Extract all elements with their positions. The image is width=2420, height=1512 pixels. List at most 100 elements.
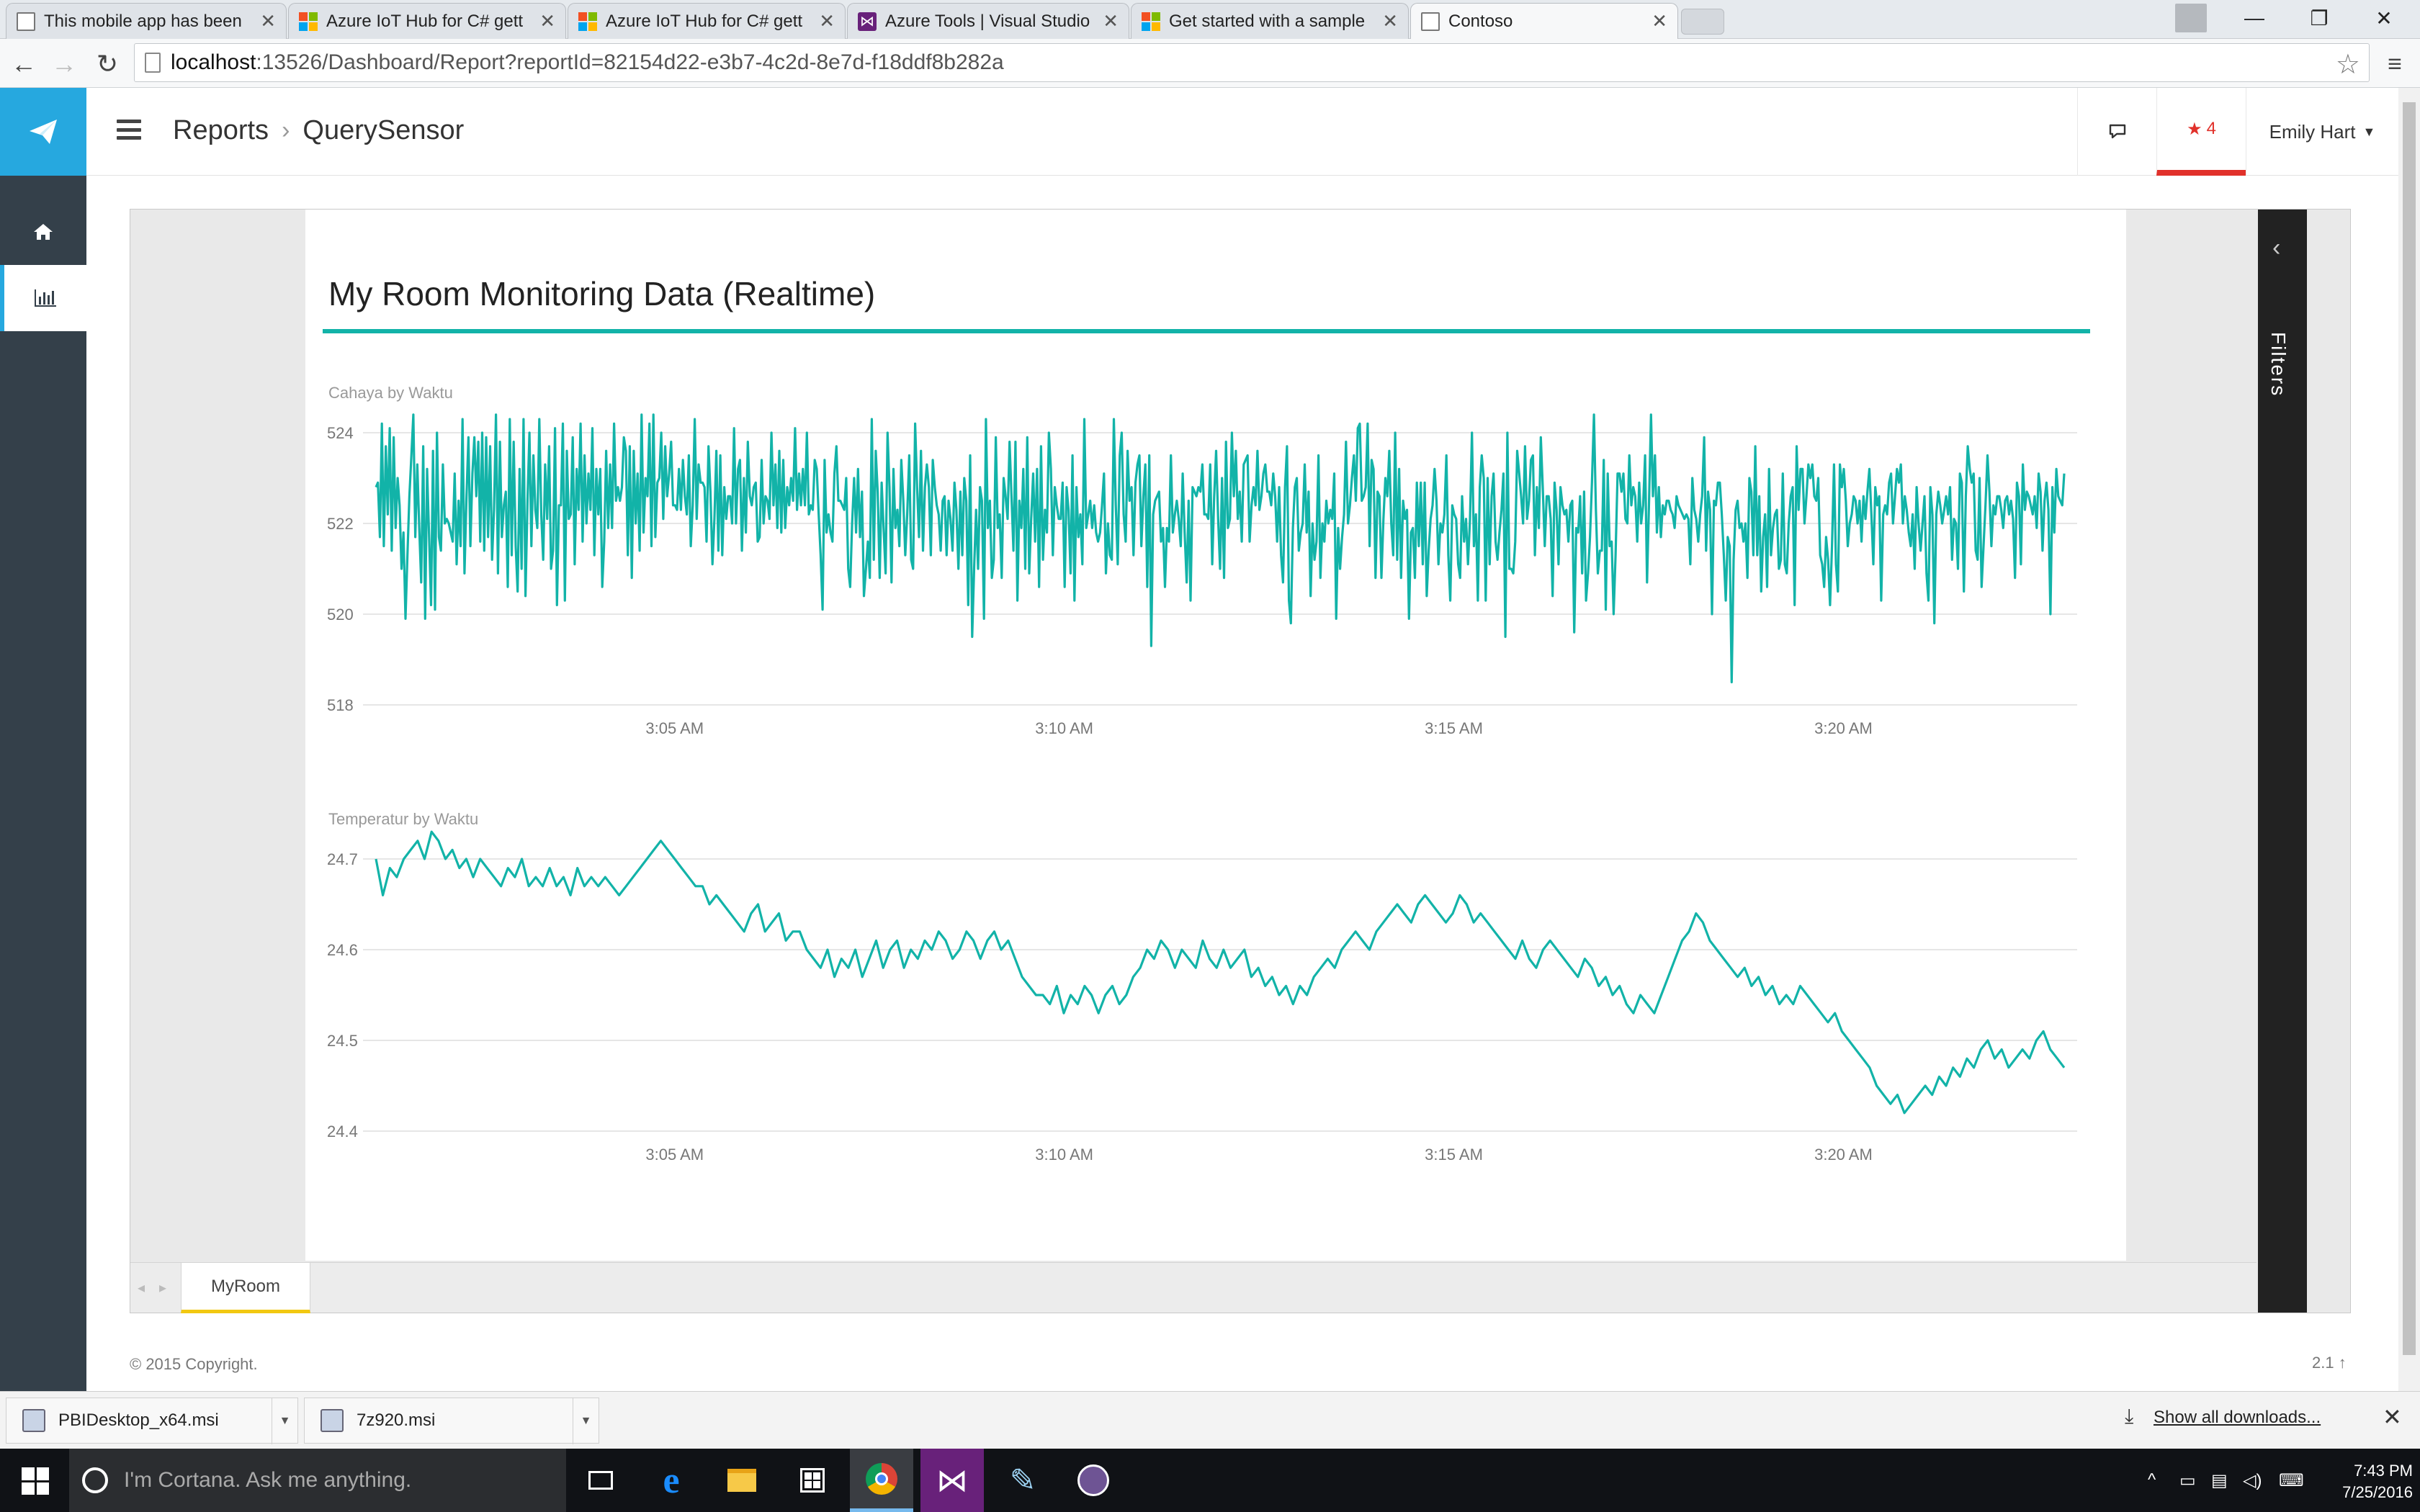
clock[interactable]: 7:43 PM 7/25/2016 [2305,1460,2413,1503]
search-placeholder: I'm Cortana. Ask me anything. [124,1468,412,1492]
star-icon: ★ [2187,119,2202,139]
chart-title: Temperatur by Waktu [328,810,479,828]
browser-tab[interactable]: Azure IoT Hub for C# gett ✕ [568,3,846,39]
address-bar[interactable]: localhost:13526/Dashboard/Report?reportI… [134,43,2370,82]
chrome-menu-icon[interactable]: ≡ [2377,46,2413,82]
version-label: 2.1 ↑ [2312,1354,2347,1372]
edge-icon[interactable]: e [640,1449,703,1512]
temperatur-line-chart[interactable]: 24.7 24.6 24.5 24.4 3:05 AM 3:10 AM 3:15 AM 3:2… [305,830,2126,1233]
close-icon[interactable]: ✕ [1382,10,1398,32]
app-header: Reports › QuerySensor ★ 4 Emily Hart ▼ [86,88,2398,176]
installer-icon [321,1409,344,1432]
clock-time: 7:43 PM [2354,1462,2413,1480]
version-number: 2.1 [2312,1354,2334,1372]
notepad-icon[interactable]: ✎ [991,1449,1054,1512]
clock-date: 7/25/2016 [2342,1483,2413,1501]
close-icon[interactable]: ✕ [539,10,555,32]
github-icon[interactable] [1062,1449,1125,1512]
back-icon[interactable]: ← [6,46,42,82]
window-close-icon[interactable]: ✕ [2355,0,2413,36]
x-tick-label: 3:20 AM [1814,719,1873,737]
paper-plane-icon [30,120,57,144]
close-icon[interactable]: ✕ [819,10,835,32]
home-icon [34,224,53,240]
download-item[interactable]: PBIDesktop_x64.msi ▼ [6,1398,298,1444]
chevron-right-icon: › [282,117,290,144]
series-line[interactable] [375,830,2066,1115]
keyboard-icon[interactable]: ⌨ [2279,1470,2304,1491]
minimize-icon[interactable]: — [2226,0,2283,36]
breadcrumb-reports[interactable]: Reports [173,115,269,146]
action-center-icon[interactable]: ▭ [2179,1470,2196,1491]
sidebar-item-home[interactable] [0,199,86,265]
task-view-icon[interactable] [569,1449,632,1512]
cortana-search-box[interactable]: I'm Cortana. Ask me anything. [69,1449,566,1512]
prev-page-icon[interactable]: ◂ [138,1279,145,1297]
chrome-icon[interactable] [850,1449,913,1512]
bookmark-star-icon[interactable]: ☆ [2336,48,2360,81]
page-tab-myroom[interactable]: MyRoom [181,1263,310,1313]
user-menu[interactable]: Emily Hart ▼ [2246,88,2398,176]
close-icon[interactable]: ✕ [260,10,276,32]
tab-title: This mobile app has been [44,11,242,31]
y-tick-label: 24.5 [327,1032,358,1050]
document-icon [17,12,35,31]
series-line[interactable] [375,413,2066,684]
browser-tab[interactable]: This mobile app has been ✕ [6,3,287,39]
hamburger-icon[interactable] [117,120,141,140]
user-name: Emily Hart [2269,120,2356,143]
installer-icon [22,1409,45,1432]
tab-title: Azure Tools | Visual Studio [885,11,1090,31]
caret-down-icon[interactable]: ▼ [272,1398,297,1444]
x-tick-label: 3:20 AM [1814,1146,1873,1164]
reload-icon[interactable]: ↻ [89,46,125,82]
tab-title: Azure IoT Hub for C# gett [326,11,524,31]
show-all-downloads-link[interactable]: Show all downloads... [2154,1408,2321,1428]
tab-title: Contoso [1448,11,1513,31]
arrow-up-icon[interactable]: ↑ [2339,1354,2347,1372]
next-page-icon[interactable]: ▸ [159,1279,166,1297]
browser-tab-active[interactable]: Contoso ✕ [1410,3,1678,39]
close-icon[interactable]: ✕ [2383,1403,2402,1431]
chat-button[interactable] [2077,88,2156,176]
report-page-tabs: ◂ ▸ MyRoom [130,1262,2257,1313]
tab-title: Azure IoT Hub for C# gett [606,11,803,31]
url-host: localhost [171,50,256,74]
new-tab-button[interactable] [1681,9,1724,35]
sidebar-item-reports[interactable] [0,265,86,331]
restore-icon[interactable]: ❐ [2290,0,2348,36]
close-icon[interactable]: ✕ [1103,10,1119,32]
profile-icon[interactable] [2162,0,2220,36]
tab-title: Get started with a sample [1169,11,1366,31]
cahaya-line-chart[interactable]: 524 522 520 518 3:05 AM 3:10 AM 3:15 AM 3:20 AM [305,404,2126,807]
volume-icon[interactable]: ◁) [2243,1470,2262,1491]
page-scrollbar[interactable] [2398,88,2420,1391]
filters-pane[interactable]: ‹ Filters [2258,210,2307,1313]
chat-icon [2109,124,2125,139]
download-item[interactable]: 7z920.msi ▼ [304,1398,599,1444]
chevron-left-icon[interactable]: ‹ [2272,234,2280,262]
tray-chevron-up-icon[interactable]: ^ [2148,1470,2156,1490]
file-explorer-icon[interactable] [710,1449,774,1512]
scroll-thumb[interactable] [2403,102,2416,1355]
browser-tab[interactable]: Get started with a sample ✕ [1131,3,1409,39]
main-content: My Room Monitoring Data (Realtime) Cahay… [86,176,2398,1391]
page-icon [145,53,161,73]
x-tick-label: 3:10 AM [1035,1146,1093,1164]
caret-down-icon[interactable]: ▼ [573,1398,599,1444]
close-icon[interactable]: ✕ [1652,10,1667,32]
visual-studio-icon: ⋈ [858,12,877,31]
breadcrumb: Reports › QuerySensor [173,115,464,146]
visual-studio-icon[interactable]: ⋈ [920,1449,984,1512]
windows-start-icon[interactable] [22,1467,49,1495]
logo[interactable] [0,88,86,176]
x-tick-label: 3:10 AM [1035,719,1093,737]
y-tick-label: 24.6 [327,941,358,959]
network-icon[interactable]: ▤ [2211,1470,2228,1491]
browser-tab[interactable]: Azure IoT Hub for C# gett ✕ [288,3,566,39]
notifications-button[interactable]: ★ 4 [2156,88,2246,176]
notification-count: 4 [2206,119,2216,138]
forward-icon[interactable]: → [46,46,82,82]
browser-tab[interactable]: ⋈ Azure Tools | Visual Studio ✕ [847,3,1129,39]
store-icon[interactable] [781,1449,844,1512]
